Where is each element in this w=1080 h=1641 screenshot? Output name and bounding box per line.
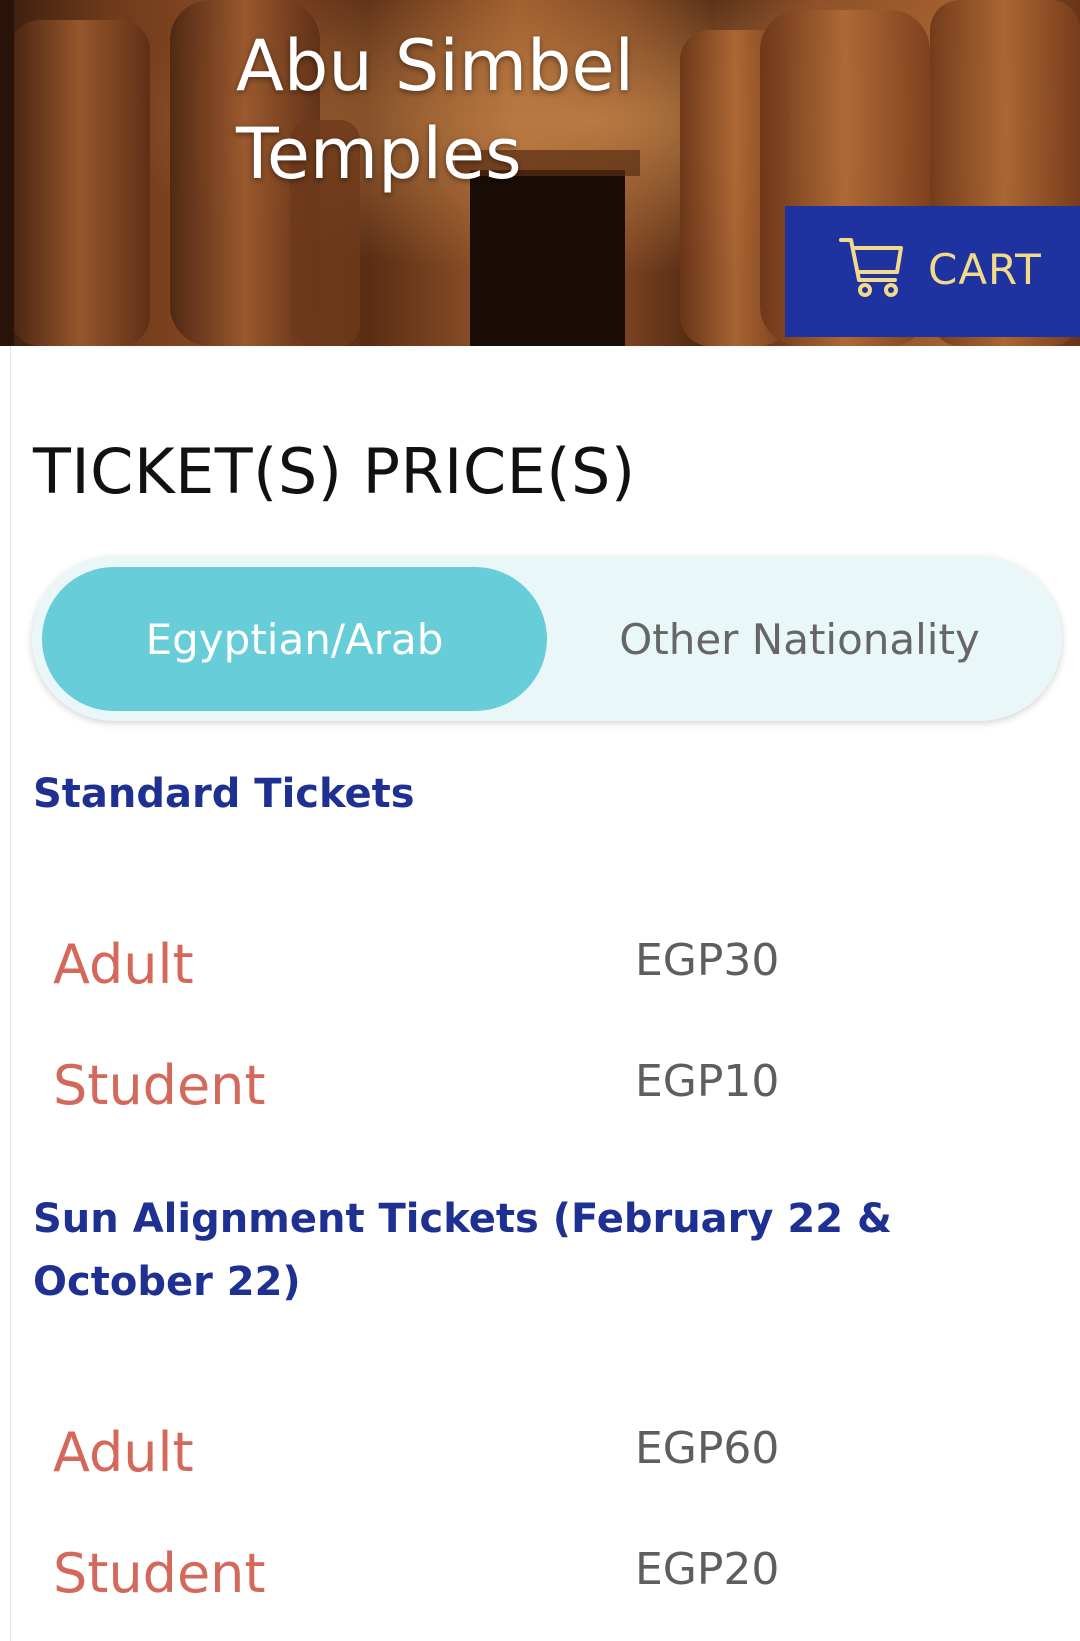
standard-tickets-title: Standard Tickets	[33, 771, 415, 817]
ticket-price-value: EGP10	[635, 1056, 780, 1107]
ticket-prices-heading: TICKET(S) PRICE(S)	[33, 435, 636, 508]
ticket-type-label: Adult	[53, 1421, 194, 1484]
ticket-price-value: EGP20	[635, 1544, 780, 1595]
price-row: Adult EGP60	[11, 1413, 1051, 1493]
nationality-toggle: Egyptian/Arab Other Nationality	[32, 557, 1062, 721]
price-row: Adult EGP30	[11, 925, 1051, 1005]
sun-alignment-tickets-title: Sun Alignment Tickets (February 22 & Oct…	[33, 1196, 892, 1305]
ticket-price-value: EGP60	[635, 1423, 780, 1474]
ticket-prices-page: Abu Simbel Temples CART TICKET(S) PRICE(…	[0, 0, 1080, 1641]
price-row: Student EGP10	[11, 1046, 1051, 1126]
cart-button[interactable]: CART	[785, 206, 1080, 337]
tab-other-nationality[interactable]: Other Nationality	[547, 567, 1052, 711]
shopping-cart-icon	[839, 238, 903, 297]
ticket-type-label: Adult	[53, 933, 194, 996]
page-title-line-1: Abu Simbel	[236, 25, 634, 107]
page-title: Abu Simbel Temples	[236, 22, 634, 198]
ticket-price-value: EGP30	[635, 935, 780, 986]
ticket-type-label: Student	[53, 1054, 266, 1117]
page-title-line-2: Temples	[236, 113, 522, 195]
ticket-prices-section: TICKET(S) PRICE(S) Egyptian/Arab Other N…	[10, 346, 1080, 1641]
hero-banner: Abu Simbel Temples CART	[0, 0, 1080, 346]
tab-egyptian-arab[interactable]: Egyptian/Arab	[42, 567, 547, 711]
ticket-type-label: Student	[53, 1542, 266, 1605]
cart-label: CART	[928, 245, 1042, 294]
price-row: Student EGP20	[11, 1534, 1051, 1614]
